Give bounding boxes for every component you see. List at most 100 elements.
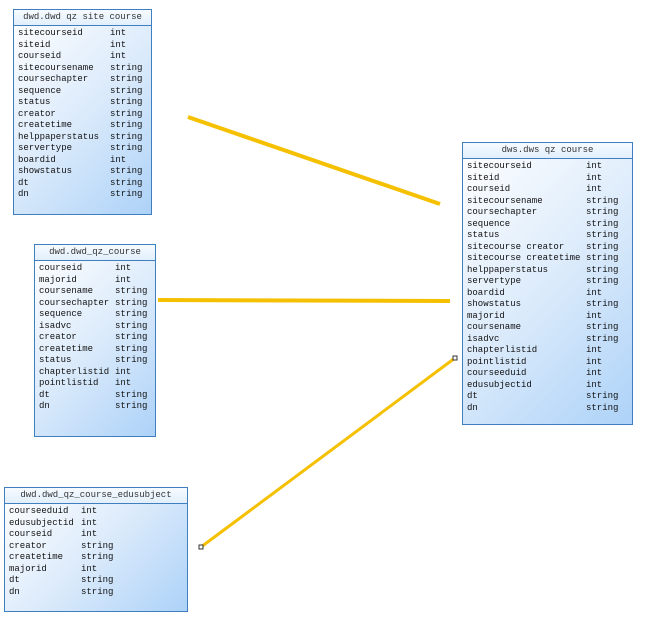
column-type: string [81,586,114,597]
table-row[interactable]: coursechapter string [18,74,151,86]
table-row[interactable]: showstatus string [467,299,632,311]
table-row[interactable]: sequence string [18,86,151,98]
column-type: string [115,309,148,319]
table-row[interactable]: status string [467,230,632,242]
table-row[interactable]: creator string [18,109,151,121]
table-row[interactable]: dn string [18,189,151,201]
table-row[interactable]: servertype string [467,276,632,288]
column-type: string [110,108,143,119]
table-row[interactable]: coursechapter string [39,298,155,310]
column-type: string [110,143,143,153]
column-name: courseid [467,184,511,194]
table-row[interactable]: createtime string [39,344,155,356]
column-type: int [586,345,603,355]
table-row[interactable]: chapterlistid int [467,345,632,357]
table-row[interactable]: sitecourseid int [18,28,151,40]
table-row[interactable]: coursename string [467,322,632,334]
connector-site-course[interactable] [187,115,441,206]
table-row[interactable]: sequence string [467,219,632,231]
table-row[interactable]: chapterlistid int [39,367,155,379]
connector-course-edusubject[interactable] [200,356,456,549]
table-row[interactable]: sitecoursename string [18,63,151,75]
table-dwd-qz-course[interactable]: dwd.dwd_qz_course courseid int majorid int c… [34,244,156,437]
table-dwd-qz-course-edusubject[interactable]: dwd.dwd_qz_course_edusubject courseeduid… [4,487,188,612]
table-row[interactable]: boardid int [467,288,632,300]
column-name: servertype [18,143,73,153]
table-row[interactable]: courseid int [467,184,632,196]
column-name: dn [18,189,29,199]
connector-course[interactable] [157,298,451,303]
column-type: int [110,28,127,38]
table-title: dwd.dwd_qz_course_edusubject [5,488,187,504]
table-row[interactable]: creator string [39,332,155,344]
column-type: string [586,276,619,286]
table-row[interactable]: status string [39,355,155,367]
column-type: string [586,207,619,217]
column-type: string [115,389,148,400]
column-name: courseid [9,529,53,539]
table-row[interactable]: coursechapter string [467,207,632,219]
table-row[interactable]: helppaperstatus string [18,132,151,144]
column-name: sitecourseid [467,161,532,171]
table-row[interactable]: sequence string [39,309,155,321]
table-row[interactable]: pointlistid int [467,357,632,369]
table-row[interactable]: sitecourseid int [467,161,632,173]
column-name: createtime [18,120,73,130]
table-row[interactable]: courseid int [9,529,187,541]
table-row[interactable]: dn string [467,403,632,415]
table-row[interactable]: dn string [39,401,155,413]
column-name: chapterlistid [39,366,110,377]
table-row[interactable]: sitecourse creator string [467,242,632,254]
column-name: boardid [18,154,56,165]
column-type: string [586,299,619,309]
table-row[interactable]: siteid int [467,173,632,185]
column-type: int [586,356,603,367]
table-row[interactable]: dn string [9,587,187,599]
table-row[interactable]: siteid int [18,40,151,52]
column-name: helppaperstatus [467,264,549,275]
column-type: string [586,322,619,332]
table-row[interactable]: isadvc string [39,321,155,333]
table-row[interactable]: dt string [9,575,187,587]
table-row[interactable]: coursename string [39,286,155,298]
table-row[interactable]: courseeduid int [9,506,187,518]
column-name: dn [467,402,478,413]
column-name: createtime [9,552,64,562]
table-dwd-qz-site-course[interactable]: dwd.dwd qz site course sitecourseid int si… [13,9,152,215]
table-row[interactable]: servertype string [18,143,151,155]
table-row[interactable]: dt string [18,178,151,190]
column-name: status [18,97,51,107]
table-row[interactable]: pointlistid int [39,378,155,390]
table-row[interactable]: boardid int [18,155,151,167]
column-type: string [586,253,619,263]
table-row[interactable]: creator string [9,541,187,553]
table-row[interactable]: helppaperstatus string [467,265,632,277]
table-dws-qz-course[interactable]: dws.dws qz course sitecourseid int siteid i… [462,142,633,425]
column-type: string [110,131,143,142]
table-row[interactable]: majorid int [467,311,632,323]
table-row[interactable]: createtime string [18,120,151,132]
table-row[interactable]: createtime string [9,552,187,564]
column-name: edusubjectid [467,379,532,390]
connector-handle[interactable] [452,355,458,361]
table-row[interactable]: courseid int [39,263,155,275]
table-row[interactable]: dt string [467,391,632,403]
connector-handle[interactable] [198,544,204,550]
column-name: dn [9,586,20,597]
column-name: creator [39,332,77,342]
column-name: dn [39,401,50,411]
table-row[interactable]: edusubjectid int [9,518,187,530]
column-type: int [586,184,603,194]
table-row[interactable]: edusubjectid int [467,380,632,392]
column-name: courseeduid [467,368,527,378]
table-row[interactable]: courseeduid int [467,368,632,380]
table-row[interactable]: status string [18,97,151,109]
table-row[interactable]: dt string [39,390,155,402]
table-row[interactable]: majorid int [39,275,155,287]
table-row[interactable]: showstatus string [18,166,151,178]
table-row[interactable]: courseid int [18,51,151,63]
table-row[interactable]: majorid int [9,564,187,576]
table-row[interactable]: sitecoursename string [467,196,632,208]
table-row[interactable]: sitecourse createtime string [467,253,632,265]
table-row[interactable]: isadvc string [467,334,632,346]
